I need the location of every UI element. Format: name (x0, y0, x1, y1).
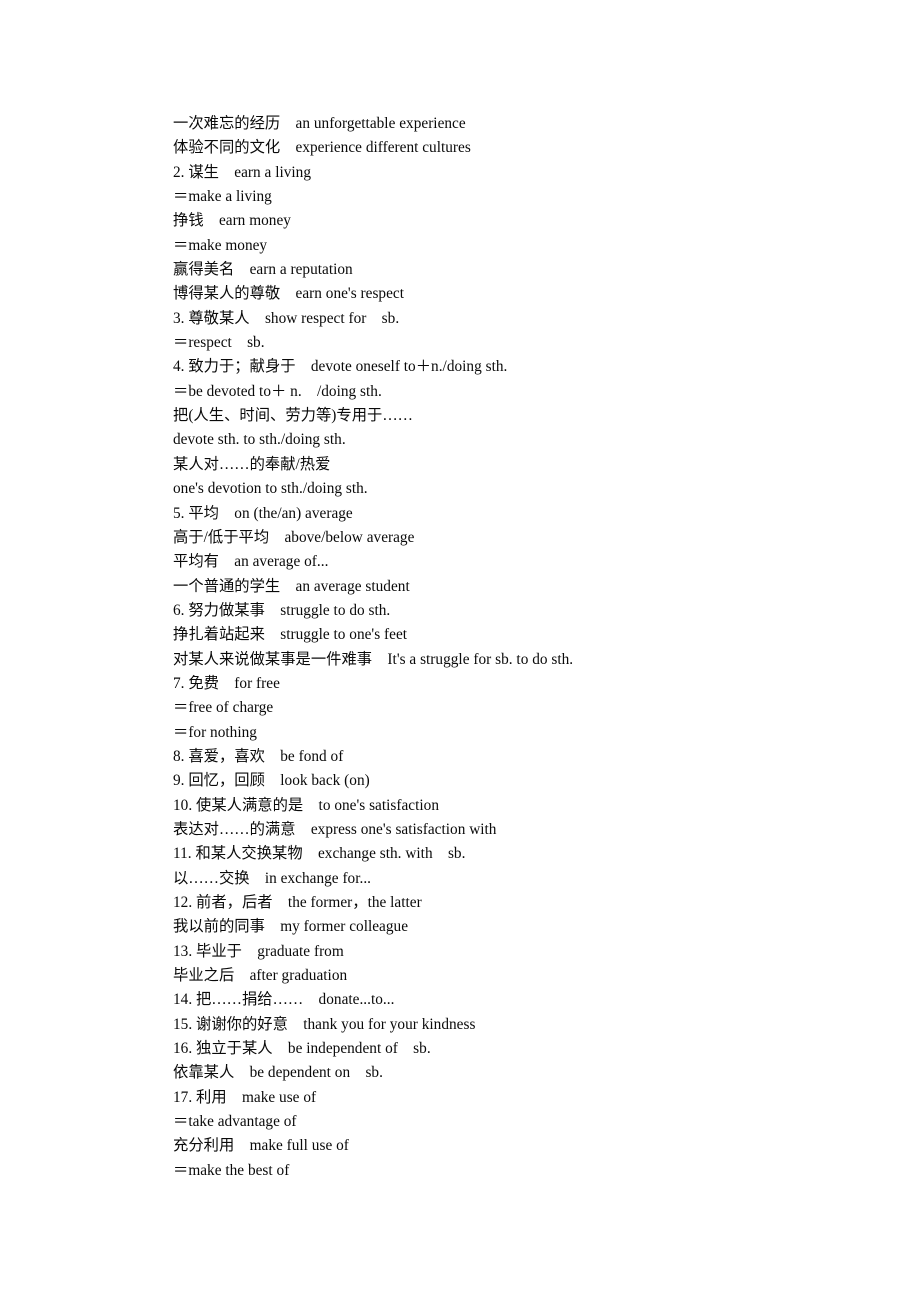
document-line: ＝make the best of (173, 1161, 290, 1179)
document-line: 8. 喜爱，喜欢 be fond of (173, 747, 344, 765)
document-line: 14. 把……捐给…… donate...to... (173, 991, 395, 1009)
document-page: 一次难忘的经历 an unforgettable experience 体验不同的… (0, 0, 920, 1302)
document-line: 以……交换 in exchange for... (173, 869, 372, 887)
document-line: ＝make a living (173, 188, 272, 206)
document-line: 表达对……的满意 express one's satisfaction with (173, 820, 497, 838)
document-line: 11. 和某人交换某物 exchange sth. with sb. (173, 845, 466, 863)
document-line: 5. 平均 on (the/an) average (173, 504, 353, 522)
document-line: 3. 尊敬某人 show respect for sb. (173, 309, 400, 327)
document-line: 4. 致力于；献身于 devote oneself to＋n./doing st… (173, 358, 508, 376)
document-line: ＝free of charge (173, 699, 274, 717)
document-line: ＝be devoted to＋ n. /doing sth. (173, 382, 382, 400)
document-line: one's devotion to sth./doing sth. (173, 480, 368, 498)
document-line: 挣扎着站起来 struggle to one's feet (173, 626, 408, 644)
document-line: 高于/低于平均 above/below average (173, 528, 415, 546)
document-line: devote sth. to sth./doing sth. (173, 431, 346, 449)
document-line: 毕业之后 after graduation (173, 967, 348, 985)
document-line: 充分利用 make full use of (173, 1137, 349, 1155)
document-line: 16. 独立于某人 be independent of sb. (173, 1040, 431, 1058)
document-line: 17. 利用 make use of (173, 1088, 317, 1106)
document-line: ＝respect sb. (173, 334, 265, 352)
document-line: 平均有 an average of... (173, 553, 329, 571)
document-line: 体验不同的文化 experience different cultures (173, 139, 471, 157)
document-line: 一个普通的学生 an average student (173, 577, 410, 595)
document-line: 2. 谋生 earn a living (173, 163, 312, 181)
document-line: 赢得美名 earn a reputation (173, 261, 353, 279)
document-line: 博得某人的尊敬 earn one's respect (173, 285, 404, 303)
document-line: 6. 努力做某事 struggle to do sth. (173, 601, 391, 619)
document-line: 10. 使某人满意的是 to one's satisfaction (173, 796, 439, 814)
document-line: 9. 回忆，回顾 look back (on) (173, 772, 370, 790)
document-line: ＝take advantage of (173, 1113, 297, 1131)
document-line: 依靠某人 be dependent on sb. (173, 1064, 383, 1082)
document-line: ＝make money (173, 236, 268, 254)
document-line: 7. 免费 for free (173, 674, 280, 692)
document-line: 对某人来说做某事是一件难事 It's a struggle for sb. to… (173, 650, 574, 668)
document-line: ＝for nothing (173, 723, 257, 741)
document-line: 挣钱 earn money (173, 212, 291, 230)
document-line: 把(人生、时间、劳力等)专用于…… (173, 407, 413, 425)
document-line: 某人对……的奉献/热爱 (173, 455, 331, 473)
document-line: 15. 谢谢你的好意 thank you for your kindness (173, 1015, 476, 1033)
document-text-body: 一次难忘的经历 an unforgettable experience 体验不同的… (173, 112, 873, 1183)
document-line: 我以前的同事 my former colleague (173, 918, 409, 936)
document-line: 一次难忘的经历 an unforgettable experience (173, 115, 466, 132)
document-line: 13. 毕业于 graduate from (173, 942, 344, 960)
document-line: 12. 前者，后者 the former，the latter (173, 894, 422, 911)
